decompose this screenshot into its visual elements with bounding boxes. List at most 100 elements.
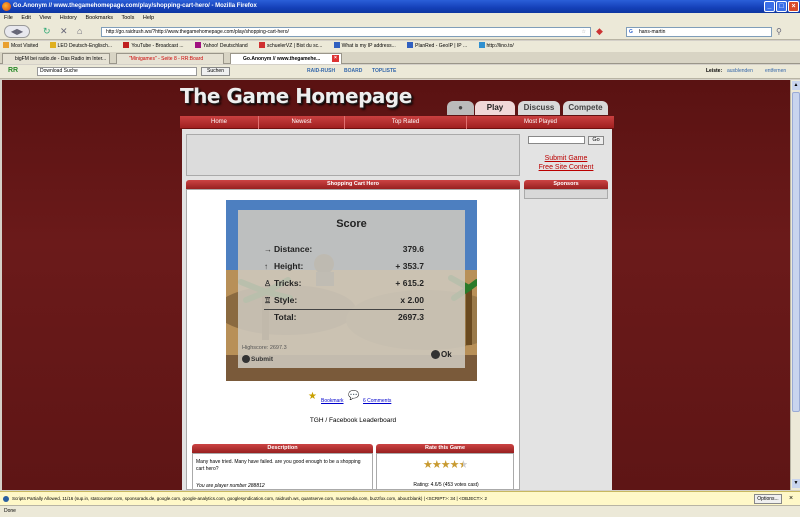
submit-button[interactable]: Submit — [242, 355, 273, 363]
bookmark-item[interactable]: PlanRed - GeoIP | IP ... — [407, 42, 467, 49]
tab-home-icon[interactable]: ● — [447, 101, 474, 115]
leaderboard-label[interactable]: TGH / Facebook Leaderboard — [182, 417, 524, 424]
url-bar[interactable]: http://go.raidrush.ws/?http://www.thegam… — [101, 27, 591, 37]
menu-history[interactable]: History — [60, 15, 77, 21]
comments-link[interactable]: 6 Comments — [363, 398, 391, 404]
bookmark-item[interactable]: schuelerVZ | Bist du sc... — [259, 42, 322, 49]
submit-game-link[interactable]: Submit Game — [520, 155, 612, 162]
menu-view[interactable]: View — [39, 15, 51, 21]
description-box: Many have tried. Many have failed. are y… — [192, 453, 373, 490]
menu-help[interactable]: Help — [143, 15, 154, 21]
sidebar: Go Submit Game Free Site Content Sponsor… — [520, 129, 612, 490]
bookmark-item[interactable]: YouTube - Broadcast ... — [123, 42, 184, 49]
game-title: Shopping Cart Hero — [186, 180, 520, 189]
score-row-distance: → Distance: 379.6 — [264, 244, 424, 254]
bookmark-item[interactable]: http://lino.to/ — [478, 42, 514, 49]
score-row-tricks: ♙ Tricks: + 615.2 — [264, 278, 424, 288]
rating-star-icon[interactable]: ★ — [423, 459, 433, 471]
firefox-icon — [2, 2, 11, 11]
web-page: The Game Homepage ● Play Discuss Compete… — [2, 80, 790, 490]
site-search-input[interactable] — [528, 136, 585, 144]
scroll-down-icon[interactable]: ▼ — [792, 479, 800, 488]
sponsors-box — [524, 189, 608, 199]
rating-text: Rating: 4.6/5 (453 votes cast) — [413, 482, 479, 488]
page-scrollbar[interactable]: ▲ ▼ — [790, 80, 800, 490]
bookmark-item[interactable]: LEO Deutsch-Englisch... — [49, 42, 112, 49]
site-logo[interactable]: The Game Homepage — [180, 84, 412, 108]
tab-bar: bigFM bei radio.de - Das Radio im Inter.… — [0, 52, 800, 64]
home-icon[interactable]: ⌂ — [77, 26, 82, 37]
score-panel: Score → Distance: 379.6 ↑ Height: + 353.7 ♙ T… — [238, 210, 465, 368]
bookmark-item[interactable]: Yahoo! Deutschland — [194, 42, 248, 49]
rating-header: Rate this Game — [376, 444, 514, 453]
maximize-button[interactable]: □ — [776, 1, 787, 12]
rating-star-icon[interactable]: ★ — [459, 459, 469, 471]
raid-rush-link[interactable]: RAID-RUSH — [307, 68, 335, 74]
tab-go-anonym[interactable]: Go.Anonym // www.thegamehe... × — [230, 53, 342, 64]
highscore-label: Highscore: 2697.3 — [242, 345, 287, 351]
rr-logo: RR — [8, 67, 19, 74]
rating-stars[interactable]: ★★★★★ — [423, 458, 469, 471]
window-title: Go.Anonym // www.thegamehomepage.com/pla… — [13, 3, 257, 9]
arrow-right-icon: → — [264, 245, 272, 254]
google-icon: G — [629, 29, 633, 35]
browser-search-value: hans-martin — [639, 29, 666, 35]
stop-icon[interactable]: ✕ — [60, 26, 68, 37]
nav-most-played[interactable]: Most Played — [466, 116, 614, 129]
menu-bookmarks[interactable]: Bookmarks — [85, 15, 113, 21]
reload-icon[interactable]: ↻ — [43, 26, 51, 37]
status-bar: Done — [0, 505, 800, 517]
entfernen-link[interactable]: entfernen — [765, 68, 786, 74]
rating-star-icon[interactable]: ★ — [432, 459, 442, 471]
rating-star-icon[interactable]: ★ — [441, 459, 451, 471]
star-icon[interactable]: ☆ — [582, 28, 586, 36]
score-title: Score — [336, 218, 367, 230]
bookmark-link[interactable]: Bookmark — [321, 398, 344, 404]
menu-tools[interactable]: Tools — [121, 15, 134, 21]
scrollbar-thumb[interactable] — [792, 92, 800, 412]
scroll-up-icon[interactable]: ▲ — [792, 81, 800, 90]
ad-banner — [186, 134, 520, 176]
nav-home[interactable]: Home — [180, 116, 258, 129]
ok-button[interactable]: Ok — [431, 350, 452, 359]
ausblenden-link[interactable]: ausblenden — [727, 68, 753, 74]
suchen-button[interactable]: Suchen — [201, 67, 230, 76]
tab-bigfm[interactable]: bigFM bei radio.de - Das Radio im Inter.… — [2, 53, 110, 64]
addon-icon[interactable]: ◆ — [596, 26, 603, 37]
menu-edit[interactable]: Edit — [21, 15, 30, 21]
tab-rr-board[interactable]: "Minigames" - Seite 8 - RR:Board — [116, 53, 224, 64]
nav-top-rated[interactable]: Top Rated — [344, 116, 466, 129]
bookmark-item[interactable]: What is my IP address... — [333, 42, 396, 49]
trick-icon: ♙ — [264, 279, 272, 288]
rating-star-icon[interactable]: ★ — [450, 459, 460, 471]
comment-bubble-icon: 💬 — [348, 390, 360, 400]
bookmark-star-icon[interactable]: ★ — [308, 391, 317, 402]
tab-play[interactable]: Play — [475, 101, 515, 115]
bookmark-item[interactable]: Most Visited — [3, 42, 38, 49]
minimize-button[interactable]: _ — [764, 1, 775, 12]
bookmarks-toolbar: Most Visited LEO Deutsch-Englisch... You… — [0, 41, 800, 52]
score-row-total: Total: 2697.3 — [274, 312, 424, 322]
tab-close-icon[interactable]: × — [332, 55, 339, 62]
menu-file[interactable]: File — [4, 15, 13, 21]
options-button[interactable]: Options... — [754, 494, 782, 504]
download-search-input[interactable]: Download Suche — [37, 67, 197, 76]
main-content: Shopping Cart Hero Score → Distance: 379.6 — [182, 129, 524, 490]
board-link[interactable]: BOARD — [344, 68, 362, 74]
close-button[interactable]: × — [788, 1, 799, 12]
free-site-content-link[interactable]: Free Site Content — [520, 164, 612, 171]
tab-discuss[interactable]: Discuss — [518, 101, 560, 115]
notice-close-icon[interactable]: × — [789, 492, 793, 505]
nav-newest[interactable]: Newest — [258, 116, 344, 129]
browser-search-input[interactable]: G hans-martin — [626, 27, 772, 37]
main-navigation: Home Newest Top Rated Most Played — [180, 116, 614, 129]
search-icon[interactable]: ⚲ — [776, 26, 782, 37]
topliste-link[interactable]: TOPLISTE — [372, 68, 396, 74]
back-forward-icon[interactable]: ◀▶ — [4, 25, 30, 38]
game-canvas[interactable]: Score → Distance: 379.6 ↑ Height: + 353.7 ♙ T… — [226, 200, 477, 381]
description-header: Description — [192, 444, 373, 453]
tab-compete[interactable]: Compete — [563, 101, 608, 115]
site-search-go-button[interactable]: Go — [588, 136, 604, 145]
noscript-text: Scripts Partially Allowed, 11/16 (sup.in… — [12, 496, 487, 501]
noscript-notice: Scripts Partially Allowed, 11/16 (sup.in… — [0, 491, 800, 505]
